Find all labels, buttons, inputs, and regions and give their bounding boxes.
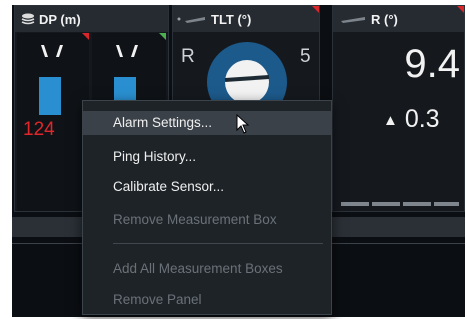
transducer-icon	[41, 45, 63, 57]
panel-roll[interactable]: R (°) 9.4 ▲ 0.3	[332, 5, 465, 212]
alarm-corner-indicator	[312, 6, 319, 13]
transducer-icon	[116, 45, 138, 57]
dp-sensor-a[interactable]: 124	[17, 33, 89, 211]
roll-delta-value: 0.3	[404, 105, 440, 133]
depth-bar	[39, 77, 61, 115]
menu-item-add-all-measurement-boxes[interactable]: Add All Measurement Boxes	[83, 257, 331, 281]
panel-roll-header: R (°)	[333, 6, 464, 32]
tilt-gauge	[207, 42, 287, 109]
menu-item-alarm-settings[interactable]: Alarm Settings...	[83, 111, 331, 135]
roll-scale-bar	[341, 202, 459, 206]
ok-corner-indicator	[159, 33, 166, 40]
menu-item-calibrate-sensor[interactable]: Calibrate Sensor...	[83, 175, 331, 199]
tlt-right-label: 5	[300, 46, 311, 67]
roll-value: 9.4	[404, 42, 460, 86]
roll-delta: ▲ 0.3	[383, 105, 440, 134]
sensor-icon	[177, 17, 205, 23]
panel-tlt-header: TLT (°)	[173, 6, 319, 32]
mouse-cursor-icon	[236, 114, 250, 134]
layers-icon	[21, 13, 35, 25]
menu-item-remove-measurement-box[interactable]: Remove Measurement Box	[83, 208, 331, 232]
panel-tlt-title: TLT (°)	[211, 11, 252, 27]
panel-roll-title: R (°)	[371, 11, 398, 27]
panel-dp-title: DP (m)	[39, 11, 81, 27]
alarm-corner-indicator	[457, 6, 464, 13]
context-menu: Alarm Settings... Ping History... Calibr…	[82, 100, 332, 315]
sensor-icon	[341, 17, 365, 23]
up-arrow-icon: ▲	[383, 111, 398, 129]
menu-separator	[113, 243, 323, 244]
menu-item-remove-panel[interactable]: Remove Panel	[83, 288, 331, 312]
menu-item-ping-history[interactable]: Ping History...	[83, 145, 331, 169]
dp-value: 124	[23, 119, 55, 140]
panel-dp-header: DP (m)	[15, 6, 168, 32]
alarm-corner-indicator	[82, 33, 89, 40]
tlt-left-label: R	[181, 46, 195, 67]
